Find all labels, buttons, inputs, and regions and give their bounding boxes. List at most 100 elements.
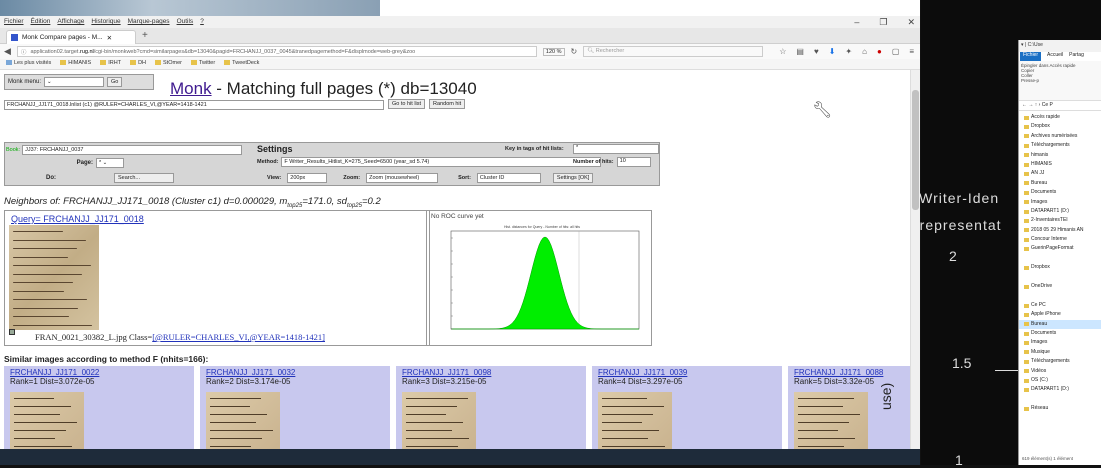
menu-item[interactable]: Historique	[91, 18, 120, 26]
search-button[interactable]: Search...	[114, 173, 174, 183]
menu-item[interactable]: Affichage	[57, 18, 84, 26]
bookmark-item[interactable]: HIMANIS	[60, 60, 91, 68]
explorer-nav-item[interactable]: Documents	[1019, 188, 1101, 197]
query-manuscript-image[interactable]	[9, 225, 99, 330]
explorer-nav-item[interactable]: Accès rapide	[1019, 113, 1101, 122]
explorer-nav-item[interactable]: HIMANIS	[1019, 160, 1101, 169]
scrollbar-thumb[interactable]	[912, 90, 919, 210]
explorer-nav-item[interactable]: 2018 05 29 Himanis AN	[1019, 226, 1101, 235]
search-input[interactable]: 🔍︎ Rechercher	[583, 46, 764, 57]
explorer-nav-item[interactable]: Archives numérisées	[1019, 132, 1101, 141]
query-link[interactable]: Query= FRCHANJJ_JJ171_0018	[11, 214, 144, 224]
reader-icon[interactable]: ▤	[796, 47, 804, 56]
download-icon[interactable]: ⬇	[829, 47, 836, 56]
script-line	[798, 406, 843, 408]
explorer-nav-item[interactable]: Apple iPhone	[1019, 310, 1101, 319]
zoom-select[interactable]: Zoom (mousewheel)	[366, 173, 439, 183]
explorer-nav-item[interactable]: GuerinPageFormat	[1019, 244, 1101, 253]
go-to-hit-list-button[interactable]: Go to hit list	[388, 99, 426, 109]
minimize-button[interactable]: –	[854, 17, 859, 28]
bookmark-item[interactable]: Les plus visités	[6, 60, 51, 68]
script-line	[13, 231, 63, 233]
explorer-nav-item[interactable]: Images	[1019, 198, 1101, 207]
random-hit-button[interactable]: Random hit	[429, 99, 466, 109]
explorer-tab-partage[interactable]: Partag	[1069, 52, 1084, 61]
explorer-nav-item[interactable]: Téléchargements	[1019, 141, 1101, 150]
explorer-nav-item[interactable]: Documents	[1019, 329, 1101, 338]
key-input[interactable]: *	[573, 144, 659, 154]
similar-item-link[interactable]: FRCHANJJ_JJ171_0022	[10, 368, 188, 377]
explorer-nav-item[interactable]: DATAPART1 (D:)	[1019, 385, 1101, 394]
bookmark-item[interactable]: DH	[130, 60, 146, 68]
new-tab-icon[interactable]: +	[142, 30, 148, 41]
explorer-nav-item[interactable]: Dropbox	[1019, 263, 1101, 272]
explorer-tab-accueil[interactable]: Accueil	[1047, 52, 1063, 61]
explorer-nav-item[interactable]: Concour Interne	[1019, 235, 1101, 244]
home-icon[interactable]: ⌂	[862, 47, 867, 56]
bookmark-item[interactable]: StOmer	[155, 60, 182, 68]
bookmark-item[interactable]: TweetDeck	[224, 60, 259, 68]
explorer-nav-item[interactable]: Vidéos	[1019, 367, 1101, 376]
extension-icon[interactable]: ✦	[845, 47, 852, 56]
method-select[interactable]: F Writer_Results_Hitlist_K=275_Seed=6500…	[281, 157, 602, 167]
distance-histogram: Hist. distances for Query - Number of hi…	[450, 225, 640, 330]
menu-item[interactable]: Marque-pages	[128, 18, 170, 26]
menu-item[interactable]: Outils	[177, 18, 194, 26]
explorer-nav-item[interactable]: Ce PC	[1019, 301, 1101, 310]
zoom-label: Zoom:	[343, 175, 361, 181]
similar-item-link[interactable]: FRCHANJJ_JJ171_0039	[598, 368, 776, 377]
close-button[interactable]: ✕	[907, 17, 915, 28]
zoom-level[interactable]: 120 %	[542, 47, 565, 56]
tab-close-icon[interactable]: ✕	[107, 34, 112, 42]
screenshot-icon[interactable]: ▢	[892, 47, 900, 56]
menu-item[interactable]: ?	[200, 18, 204, 26]
explorer-nav-item[interactable]: Réseau	[1019, 404, 1101, 413]
similar-item-link[interactable]: FRCHANJJ_JJ171_0032	[206, 368, 384, 377]
explorer-address-bar[interactable]: ← → ↑ › Ce P	[1019, 101, 1101, 111]
back-icon[interactable]: ◀	[4, 46, 11, 57]
explorer-title-bar[interactable]: ▾ | C:\Use	[1019, 40, 1101, 52]
similar-item-link[interactable]: FRCHANJJ_JJ171_0098	[402, 368, 580, 377]
page-scrollbar[interactable]	[910, 70, 920, 465]
explorer-nav-item[interactable]: OS (C:)	[1019, 376, 1101, 385]
monk-go-button[interactable]: Go	[107, 77, 123, 87]
wrench-icon[interactable]: 🔧︎	[812, 100, 832, 120]
explorer-nav-item[interactable]: DATAPART1 (D:)	[1019, 207, 1101, 216]
explorer-tab-fichier[interactable]: Fichier	[1020, 52, 1042, 61]
settings-ok-button[interactable]: Settings [OK]	[552, 173, 594, 183]
similar-heading: Similar images according to method F (nh…	[4, 354, 209, 364]
explorer-nav-item[interactable]: OneDrive	[1019, 282, 1101, 291]
explorer-nav-item[interactable]: Images	[1019, 338, 1101, 347]
reload-icon[interactable]: ↻	[571, 47, 578, 56]
explorer-nav-item[interactable]: Bureau	[1019, 319, 1101, 329]
nhits-input[interactable]: 10	[616, 157, 651, 167]
explorer-nav-item[interactable]: Dropbox	[1019, 122, 1101, 131]
explorer-nav-item[interactable]: himanis	[1019, 151, 1101, 160]
hitlist-value: FRCHANJJ_JJ171_0018.lnlist (c1) @RULER=C…	[7, 101, 207, 108]
menu-item[interactable]: Édition	[31, 18, 51, 26]
book-select[interactable]: JJ37: FRCHANJJ_0037	[22, 145, 243, 155]
hamburger-menu-icon[interactable]: ≡	[909, 47, 914, 56]
explorer-nav-item[interactable]: AN JJ	[1019, 169, 1101, 178]
query-class-link[interactable]: [@RULER=CHARLES_VI,@YEAR=1418-1421]	[152, 332, 325, 342]
monk-home-link[interactable]: Monk	[170, 79, 212, 98]
hitlist-select[interactable]: FRCHANJJ_JJ171_0018.lnlist (c1) @RULER=C…	[4, 99, 384, 110]
explorer-nav-item[interactable]: 2-InventairesTEI	[1019, 216, 1101, 225]
sort-select[interactable]: Cluster ID	[476, 173, 541, 183]
monk-menu-select[interactable]: ⌄	[44, 77, 105, 87]
bookmark-star-icon[interactable]: ☆	[779, 47, 786, 56]
similar-item-link[interactable]: FRCHANJJ_JJ171_0088	[794, 368, 910, 377]
page-select[interactable]: * ⌄	[96, 158, 124, 168]
explorer-nav-item[interactable]: Téléchargements	[1019, 357, 1101, 366]
address-bar[interactable]: ⓘ application02.target.rug.nl/cgi-bin/mo…	[16, 46, 537, 57]
browser-tab[interactable]: Monk Compare pages - M... ✕	[6, 30, 136, 44]
bookmark-item[interactable]: IRHT	[100, 60, 121, 68]
view-select[interactable]: 200px	[287, 173, 328, 183]
maximize-button[interactable]: ❐	[879, 17, 887, 28]
explorer-nav-item[interactable]: Musique	[1019, 348, 1101, 357]
menu-item[interactable]: Fichier	[4, 18, 24, 26]
adblock-icon[interactable]: ●	[877, 47, 882, 56]
explorer-nav-item[interactable]: Bureau	[1019, 179, 1101, 188]
bookmark-item[interactable]: Twitter	[191, 60, 215, 68]
pocket-icon[interactable]: ♥	[814, 47, 819, 56]
